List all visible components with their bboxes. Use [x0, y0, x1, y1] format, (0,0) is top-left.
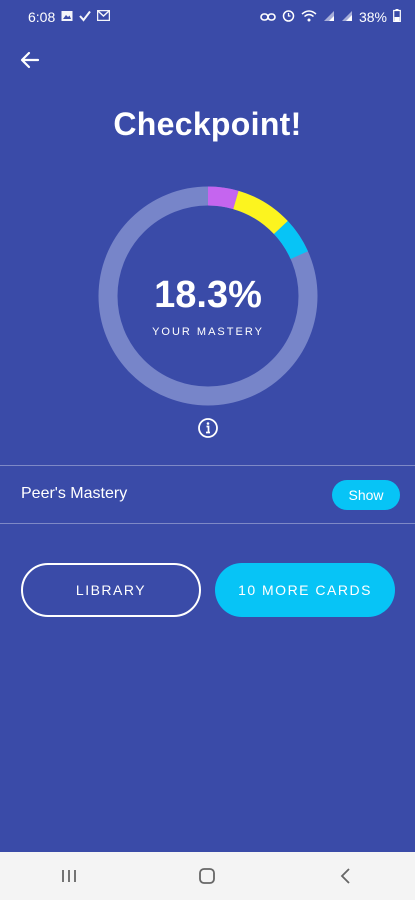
nav-back-button[interactable] — [316, 856, 376, 896]
mastery-ring: 18.3% YOUR MASTERY — [97, 185, 319, 407]
signal-icon — [341, 9, 353, 25]
recent-apps-button[interactable] — [39, 856, 99, 896]
gmail-icon — [97, 9, 111, 24]
recent-apps-icon — [62, 870, 77, 882]
info-icon[interactable] — [197, 417, 219, 439]
more-cards-button[interactable]: 10 MORE CARDS — [215, 563, 395, 617]
peer-mastery-label: Peer's Mastery — [21, 485, 128, 502]
status-left: 6:08 — [28, 9, 111, 25]
arrow-left-icon — [20, 51, 40, 69]
battery-percent: 38% — [358, 9, 387, 25]
check-icon — [79, 10, 92, 25]
status-bar: 6:08 38% — [0, 0, 415, 34]
battery-icon — [393, 9, 401, 25]
mastery-percent: 18.3% — [154, 274, 262, 316]
page-title: Checkpoint! — [113, 106, 302, 142]
show-peer-mastery-button[interactable]: Show — [332, 480, 400, 510]
signal-icon — [323, 9, 335, 25]
system-nav-bar — [0, 852, 415, 900]
status-right: 38% — [260, 9, 401, 25]
home-icon — [199, 868, 216, 884]
status-time: 6:08 — [28, 9, 56, 25]
home-button[interactable] — [177, 856, 237, 896]
ring-segments — [207, 186, 308, 260]
image-icon — [61, 10, 73, 25]
library-button[interactable]: LIBRARY — [21, 563, 201, 617]
mastery-label: YOUR MASTERY — [152, 326, 264, 338]
link-icon — [260, 9, 276, 25]
alarm-icon — [282, 9, 295, 25]
ring-segment-2 — [232, 190, 288, 235]
wifi-icon — [301, 9, 317, 25]
back-button[interactable] — [14, 46, 46, 74]
divider-top — [0, 465, 415, 466]
back-icon — [340, 868, 350, 884]
divider-bottom — [0, 523, 415, 524]
ring-segment-1 — [207, 186, 239, 210]
ring-segment-3 — [273, 221, 308, 260]
